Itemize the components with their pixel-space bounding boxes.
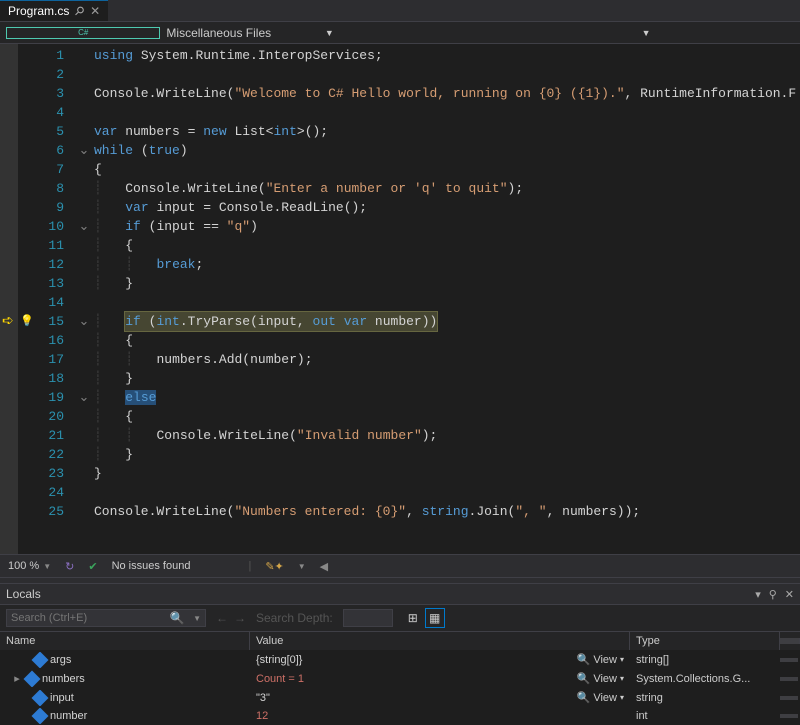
search-icon: 🔍 xyxy=(577,691,591,704)
locals-panel-header: Locals ▾ ⚲ ✕ xyxy=(0,584,800,605)
var-value: Count = 1 xyxy=(256,673,304,685)
chevron-down-icon: ▼ xyxy=(642,28,794,38)
line-number-gutter: 1234567891011121314151617181920212223242… xyxy=(34,44,74,554)
tab-bar: Program.cs ⚲ ✕ xyxy=(0,0,800,22)
breakpoint-gutter[interactable]: ➪ xyxy=(0,44,18,554)
separator: | xyxy=(248,560,251,572)
variable-icon xyxy=(32,652,49,668)
var-value: 12 xyxy=(256,710,268,722)
var-type: string xyxy=(630,690,780,706)
var-type: string[] xyxy=(630,652,780,668)
search-icon[interactable]: 🔍 xyxy=(170,611,185,625)
search-icon: 🔍 xyxy=(577,653,591,666)
var-value: {string[0]} xyxy=(256,654,302,666)
locals-toolbar: 🔍 ▼ ← → Search Depth: ⊞ ▦ xyxy=(0,605,800,632)
view-button[interactable]: 🔍View▾ xyxy=(577,653,624,666)
status-ok-icon: ✔ xyxy=(88,560,97,573)
locals-title: Locals xyxy=(6,587,41,601)
wand-icon[interactable]: ✎✦ xyxy=(265,560,283,573)
next-icon[interactable]: → xyxy=(234,611,246,625)
zoom-value: 100 % xyxy=(8,560,39,572)
search-input[interactable] xyxy=(11,612,161,624)
col-type[interactable]: Type xyxy=(630,632,780,650)
editor-status-bar: 100 % ▼ ↻ ✔ No issues found | ✎✦ ▼ ◀ xyxy=(0,554,800,578)
scope-dropdown[interactable]: C# Miscellaneous Files ▼ ▼ xyxy=(0,22,800,44)
close-icon[interactable]: ✕ xyxy=(90,4,100,18)
depth-dropdown[interactable] xyxy=(343,609,393,627)
view-button[interactable]: 🔍View▾ xyxy=(577,691,624,704)
var-name: number xyxy=(50,710,87,722)
col-name[interactable]: Name xyxy=(0,632,250,650)
file-tab[interactable]: Program.cs ⚲ ✕ xyxy=(0,0,108,21)
csharp-icon: C# xyxy=(6,27,160,39)
pin-icon[interactable]: ⚲ xyxy=(769,588,777,601)
code-editor[interactable]: ➪ 💡 123456789101112131415161718192021222… xyxy=(0,44,800,554)
variable-icon xyxy=(24,670,41,687)
var-type: int xyxy=(630,708,780,724)
var-name: input xyxy=(50,692,74,704)
toolbar-list-icon[interactable]: ▦ xyxy=(425,608,445,628)
chevron-down-icon[interactable]: ▼ xyxy=(193,614,201,623)
var-name: numbers xyxy=(42,673,85,685)
locals-table: Name Value Type args {string[0]} 🔍View▾ str… xyxy=(0,632,800,725)
zoom-dropdown[interactable]: 100 % ▼ xyxy=(8,560,51,572)
variable-icon xyxy=(32,708,49,724)
variable-icon xyxy=(32,690,49,706)
col-value[interactable]: Value xyxy=(250,632,630,650)
execution-pointer-icon: ➪ xyxy=(2,312,14,329)
tab-filename: Program.cs xyxy=(8,4,69,18)
code-content[interactable]: using System.Runtime.InteropServices; Co… xyxy=(94,44,800,554)
locals-row[interactable]: ▸ numbers Count = 1 🔍View▾ System.Collection… xyxy=(0,669,800,688)
locals-row[interactable]: number 12 int xyxy=(0,707,800,725)
lightbulb-icon[interactable]: 💡 xyxy=(20,314,34,327)
locals-row[interactable]: args {string[0]} 🔍View▾ string[] xyxy=(0,650,800,669)
locals-table-header: Name Value Type xyxy=(0,632,800,650)
pin-icon[interactable]: ⚲ xyxy=(72,3,88,19)
chevron-down-icon: ▼ xyxy=(43,562,51,571)
depth-label: Search Depth: xyxy=(256,611,333,625)
toolbar-tree-icon[interactable]: ⊞ xyxy=(403,608,423,628)
scope-label: Miscellaneous Files xyxy=(166,26,318,40)
expander-icon[interactable]: ▸ xyxy=(12,672,22,685)
var-name: args xyxy=(50,654,71,666)
var-value: "3" xyxy=(256,692,270,704)
close-icon[interactable]: ✕ xyxy=(785,588,794,601)
dropdown-icon[interactable]: ▾ xyxy=(755,588,761,601)
locals-row[interactable]: input "3" 🔍View▾ string xyxy=(0,688,800,707)
issues-label: No issues found xyxy=(112,560,191,572)
prev-icon[interactable]: ← xyxy=(216,611,228,625)
view-button[interactable]: 🔍View▾ xyxy=(577,672,624,685)
chevron-down-icon: ▼ xyxy=(298,562,306,571)
locals-search[interactable]: 🔍 ▼ xyxy=(6,609,206,627)
chevron-down-icon: ▼ xyxy=(325,28,477,38)
search-icon: 🔍 xyxy=(577,672,591,685)
nav-left-icon[interactable]: ◀ xyxy=(320,560,328,573)
fold-gutter[interactable]: ⌄ ⌄ ⌄ ⌄ xyxy=(74,44,94,554)
var-type: System.Collections.G... xyxy=(630,671,780,687)
refresh-icon[interactable]: ↻ xyxy=(65,560,74,573)
lightbulb-gutter: 💡 xyxy=(18,44,34,554)
